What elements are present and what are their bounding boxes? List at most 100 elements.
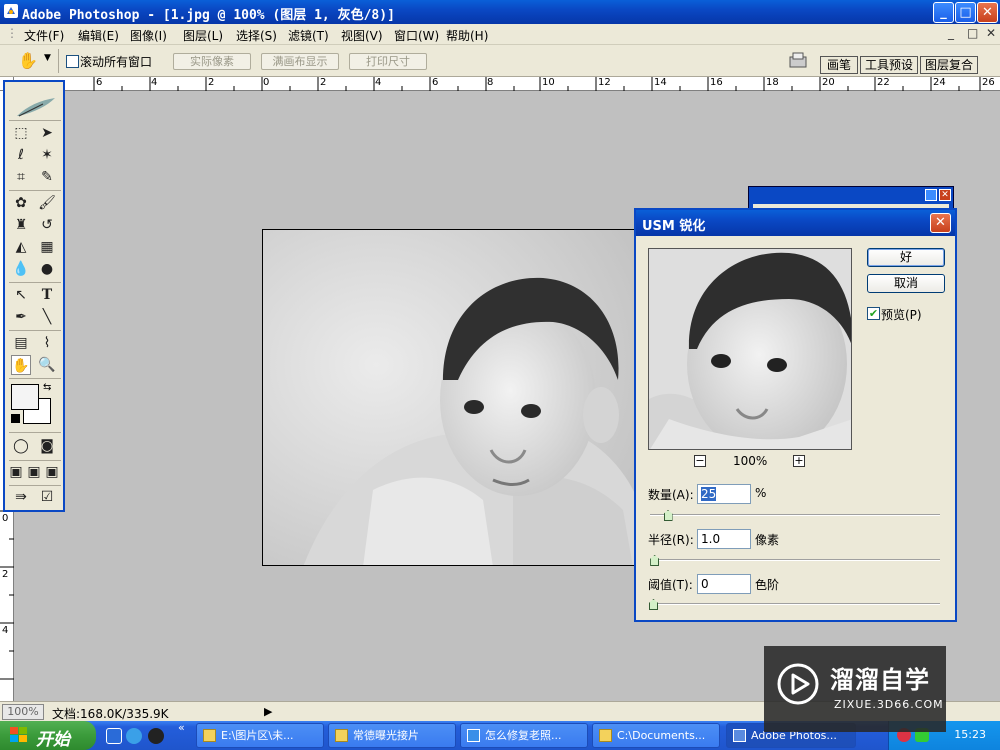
menu-view[interactable]: 视图(V) bbox=[341, 27, 383, 44]
radius-slider-thumb[interactable] bbox=[650, 555, 660, 566]
threshold-input[interactable]: 0 bbox=[697, 574, 751, 594]
actual-pixels-button[interactable]: 实际像素 bbox=[173, 53, 251, 70]
move-tool-icon[interactable]: ➤ bbox=[37, 123, 57, 143]
fit-on-screen-button[interactable]: 满画布显示 bbox=[261, 53, 339, 70]
type-tool-icon[interactable]: T bbox=[37, 285, 57, 305]
eraser-tool-icon[interactable]: ◭ bbox=[11, 237, 31, 257]
threshold-slider-thumb[interactable] bbox=[649, 599, 658, 610]
print-size-button[interactable]: 打印尺寸 bbox=[349, 53, 427, 70]
palette-close-icon[interactable]: ✕ bbox=[939, 189, 951, 201]
hand-tool-icon[interactable]: ✋ bbox=[18, 51, 38, 70]
marquee-tool-icon[interactable]: ⬚ bbox=[11, 123, 31, 143]
radius-input[interactable]: 1.0 bbox=[697, 529, 751, 549]
checkmark-tool-icon[interactable]: ☑ bbox=[37, 487, 57, 507]
menu-window[interactable]: 窗口(W) bbox=[394, 27, 439, 44]
jump-to-imageready-icon[interactable]: ⇛ bbox=[11, 487, 31, 507]
menu-select[interactable]: 选择(S) bbox=[236, 27, 277, 44]
doc-restore-button[interactable]: □ bbox=[967, 26, 978, 40]
quick-launch-expand-icon[interactable]: « bbox=[178, 721, 185, 734]
layer-comps-palette-tab[interactable]: 图层复合 bbox=[920, 56, 978, 74]
default-colors-icon[interactable] bbox=[11, 414, 20, 423]
brush-tool-icon[interactable]: 🖌 bbox=[37, 193, 57, 213]
internet-explorer-icon[interactable] bbox=[126, 728, 142, 744]
dialog-title-bar[interactable]: USM 锐化 ✕ bbox=[636, 210, 955, 236]
standard-mode-icon[interactable]: ◯ bbox=[11, 436, 31, 456]
menu-layer[interactable]: 图层(L) bbox=[183, 27, 223, 44]
blur-tool-icon[interactable]: 💧 bbox=[11, 259, 31, 279]
menu-file[interactable]: 文件(F) bbox=[24, 27, 64, 44]
minimize-button[interactable]: _ bbox=[933, 2, 954, 23]
zoom-in-button[interactable]: + bbox=[793, 455, 805, 467]
maximize-button[interactable]: □ bbox=[955, 2, 976, 23]
filter-preview[interactable] bbox=[648, 248, 852, 450]
status-menu-arrow-icon[interactable]: ▶ bbox=[264, 705, 272, 718]
photoshop-app-icon[interactable] bbox=[4, 4, 18, 18]
ok-button[interactable]: 好 bbox=[867, 248, 945, 267]
taskbar-clock[interactable]: 15:23 bbox=[954, 728, 986, 741]
slice-tool-icon[interactable]: ✎ bbox=[37, 167, 57, 187]
taskbar-item-photo-doc[interactable]: 常德曝光接片 bbox=[328, 723, 456, 748]
qq-penguin-icon[interactable] bbox=[148, 728, 164, 744]
folder-icon bbox=[203, 729, 216, 742]
doc-minimize-button[interactable]: _ bbox=[948, 26, 954, 40]
scroll-all-windows-checkbox[interactable] bbox=[66, 55, 79, 68]
palette-minimize-icon[interactable] bbox=[925, 189, 937, 201]
path-selection-tool-icon[interactable]: ↖ bbox=[11, 285, 31, 305]
start-button[interactable]: 开始 bbox=[0, 721, 96, 750]
gradient-tool-icon[interactable]: ▦ bbox=[37, 237, 57, 257]
document-photo[interactable] bbox=[262, 229, 640, 566]
menu-image[interactable]: 图像(I) bbox=[130, 27, 167, 44]
crop-tool-icon[interactable]: ⌗ bbox=[11, 167, 31, 187]
amount-input[interactable]: 25 bbox=[697, 484, 751, 504]
clone-stamp-tool-icon[interactable]: ♜ bbox=[11, 215, 31, 235]
magic-wand-tool-icon[interactable]: ✶ bbox=[37, 145, 57, 165]
amount-slider-track[interactable] bbox=[650, 514, 940, 516]
foreground-color-swatch[interactable] bbox=[11, 384, 39, 410]
show-desktop-icon[interactable] bbox=[106, 728, 122, 744]
notes-tool-icon[interactable]: ▤ bbox=[11, 333, 31, 353]
history-brush-tool-icon[interactable]: ↺ bbox=[37, 215, 57, 235]
folder-icon bbox=[599, 729, 612, 742]
cancel-button[interactable]: 取消 bbox=[867, 274, 945, 293]
doc-close-button[interactable]: ✕ bbox=[986, 26, 996, 40]
unsharp-mask-dialog[interactable]: USM 锐化 ✕ − 100% + 好 取消 ✔ 预览(P) 数量(A): 25… bbox=[634, 208, 957, 622]
menu-filter[interactable]: 滤镜(T) bbox=[288, 27, 329, 44]
brushes-palette-tab[interactable]: 画笔 bbox=[820, 56, 858, 74]
feather-logo-icon[interactable] bbox=[13, 96, 57, 118]
taskbar-item-label: E:\图片区\未... bbox=[221, 729, 294, 742]
tool-preset-dropdown-icon[interactable]: ▼ bbox=[44, 53, 51, 63]
standard-screen-mode-icon[interactable]: ▣ bbox=[7, 462, 25, 482]
zoom-out-button[interactable]: − bbox=[694, 455, 706, 467]
folder-icon bbox=[335, 729, 348, 742]
taskbar-item-browser[interactable]: 怎么修复老照... bbox=[460, 723, 588, 748]
healing-brush-tool-icon[interactable]: ✿ bbox=[11, 193, 31, 213]
lasso-tool-icon[interactable]: ℓ bbox=[11, 145, 31, 165]
line-tool-icon[interactable]: ╲ bbox=[37, 307, 57, 327]
play-logo-icon bbox=[777, 663, 819, 705]
pen-tool-icon[interactable]: ✒ bbox=[11, 307, 31, 327]
swap-colors-icon[interactable]: ⇆ bbox=[43, 382, 51, 393]
full-screen-mode-icon[interactable]: ▣ bbox=[43, 462, 61, 482]
horizontal-ruler[interactable]: 6 4 2 0 2 4 6 8 10 12 14 16 18 20 22 24 … bbox=[14, 77, 1000, 91]
menu-edit[interactable]: 编辑(E) bbox=[78, 27, 119, 44]
tool-presets-palette-tab[interactable]: 工具预设 bbox=[860, 56, 918, 74]
amount-slider-thumb[interactable] bbox=[663, 510, 673, 521]
radius-slider-track[interactable] bbox=[650, 559, 940, 561]
close-button[interactable]: ✕ bbox=[977, 2, 998, 23]
eyedropper-tool-icon[interactable]: ⌇ bbox=[37, 333, 57, 353]
threshold-slider-track[interactable] bbox=[650, 603, 940, 605]
palette-well-icon[interactable] bbox=[788, 51, 808, 69]
menu-help[interactable]: 帮助(H) bbox=[446, 27, 488, 44]
title-bar[interactable]: Adobe Photoshop - [1.jpg @ 100% (图层 1, 灰… bbox=[0, 0, 1000, 24]
taskbar-item-documents[interactable]: C:\Documents... bbox=[592, 723, 720, 748]
status-zoom-field[interactable]: 100% bbox=[2, 704, 44, 720]
dialog-close-button[interactable]: ✕ bbox=[930, 213, 951, 233]
zoom-tool-icon[interactable]: 🔍 bbox=[37, 355, 57, 375]
preview-checkbox[interactable]: ✔ bbox=[867, 307, 880, 320]
dodge-tool-icon[interactable]: ● bbox=[37, 259, 57, 279]
toolbox-palette[interactable]: ⬚ ➤ ℓ ✶ ⌗ ✎ ✿ 🖌 ♜ ↺ ◭ ▦ 💧 ● ↖ T ✒ ╲ ▤ ⌇ … bbox=[3, 80, 65, 512]
taskbar-item-explorer[interactable]: E:\图片区\未... bbox=[196, 723, 324, 748]
full-screen-menu-mode-icon[interactable]: ▣ bbox=[25, 462, 43, 482]
quick-mask-mode-icon[interactable]: ◙ bbox=[37, 436, 57, 456]
hand-tool-button-icon[interactable]: ✋ bbox=[11, 355, 31, 375]
